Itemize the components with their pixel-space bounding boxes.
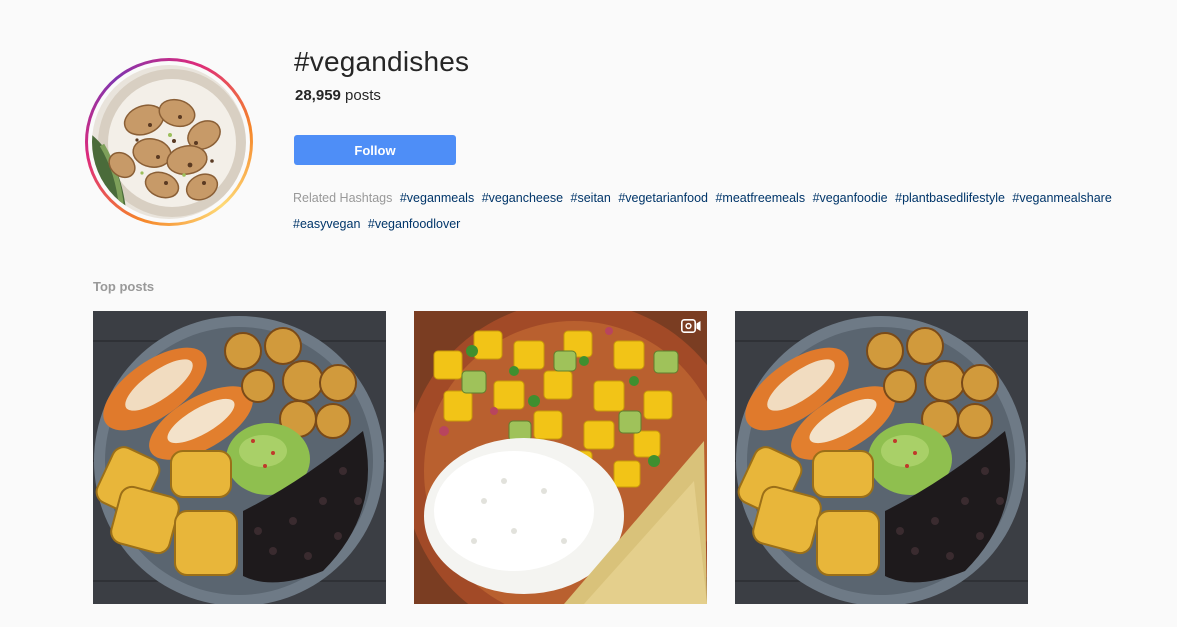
follow-button[interactable]: Follow — [294, 135, 456, 165]
top-post-tile[interactable] — [93, 311, 386, 604]
dumplings-image — [92, 65, 246, 219]
hashtag-title: #vegandishes — [294, 46, 470, 77]
bowl-photo — [735, 311, 1028, 604]
related-hashtag-link[interactable]: #veganfoodie — [813, 191, 888, 205]
hashtag-avatar-ring[interactable] — [85, 58, 253, 226]
related-hashtag-link[interactable]: #veganfoodlover — [368, 217, 460, 231]
related-hashtag-link[interactable]: #veganmeals — [400, 191, 474, 205]
top-posts-heading: Top posts — [93, 279, 155, 294]
hashtag-page: #vegandishes 28,959 posts Follow Related… — [0, 0, 1177, 627]
post-count-suffix: posts — [340, 87, 381, 104]
related-hashtag-link[interactable]: #vegancheese — [482, 191, 563, 205]
video-icon — [681, 319, 701, 333]
related-hashtag-link[interactable]: #vegetarianfood — [618, 191, 708, 205]
top-post-tile[interactable] — [414, 311, 707, 604]
related-hashtags-label: Related Hashtags — [293, 191, 393, 205]
related-hashtag-link[interactable]: #seitan — [571, 191, 611, 205]
post-count-number: 28,959 — [295, 87, 341, 104]
bowl-photo — [93, 311, 386, 604]
related-hashtags: Related Hashtags #veganmeals #veganchees… — [293, 185, 1163, 237]
related-hashtag-link[interactable]: #veganmealshare — [1012, 191, 1111, 205]
mango-rice-photo — [414, 311, 707, 604]
post-count: 28,959 posts — [295, 87, 381, 105]
top-post-tile[interactable] — [735, 311, 1028, 604]
related-hashtag-link[interactable]: #meatfreemeals — [715, 191, 805, 205]
related-hashtag-link[interactable]: #easyvegan — [293, 217, 360, 231]
related-hashtag-link[interactable]: #plantbasedlifestyle — [895, 191, 1005, 205]
hashtag-avatar[interactable] — [92, 65, 246, 219]
